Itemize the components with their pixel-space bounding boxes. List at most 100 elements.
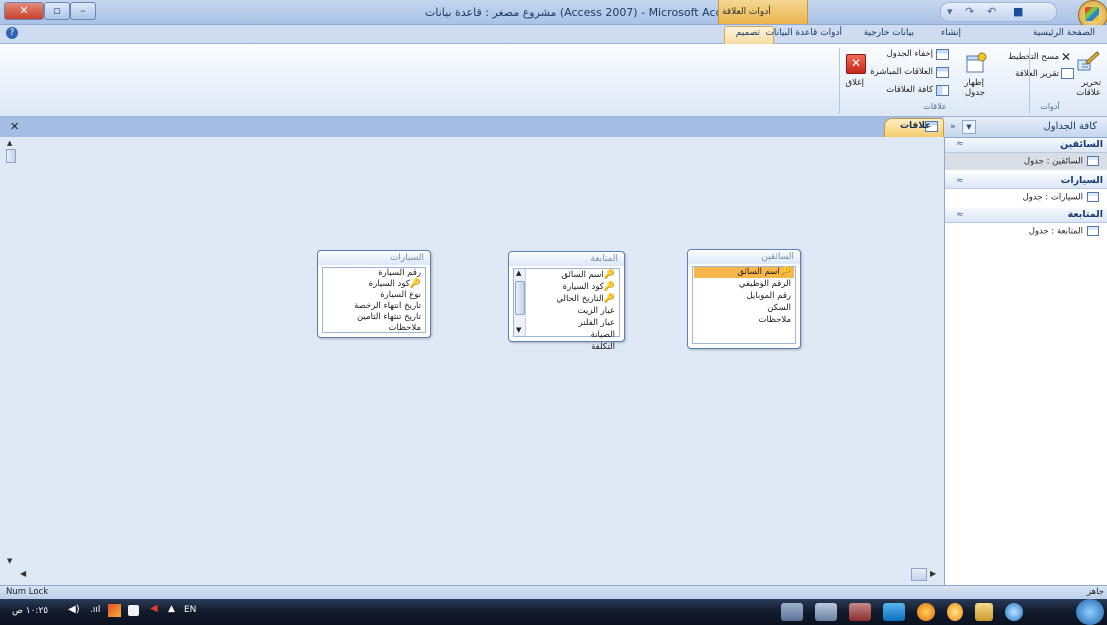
collapse-group-icon[interactable]: ≈	[956, 139, 964, 149]
table-drivers-field-list: 🔑اسم السائق الرقم الوظيفي رقم الموبايل ا…	[692, 266, 796, 344]
tab-design[interactable]: تصميم	[736, 28, 760, 38]
horizontal-scrollbar[interactable]: ◀ ▶	[18, 568, 942, 582]
nav-group-label[interactable]: السيارات	[1061, 175, 1103, 186]
direct-relationships-button[interactable]: العلاقات المباشرة	[870, 67, 933, 77]
scroll-left-icon[interactable]: ◀	[20, 569, 26, 578]
field-list-scroll-thumb[interactable]	[515, 281, 525, 315]
collapse-group-icon[interactable]: ≈	[956, 210, 964, 220]
save-icon[interactable]: ■	[1013, 5, 1023, 18]
nav-item-drivers-table[interactable]: السائقين : جدول	[1024, 156, 1099, 167]
start-button[interactable]	[1076, 599, 1104, 625]
taskbar-app-calculator-icon[interactable]	[815, 603, 837, 621]
horizontal-scroll-thumb[interactable]	[911, 568, 927, 581]
scroll-up-icon[interactable]: ▲	[7, 139, 12, 147]
relationship-report-icon[interactable]	[1061, 68, 1074, 79]
field-row[interactable]: التكلفة	[591, 342, 615, 352]
vertical-scrollbar[interactable]: ▲ ▼	[4, 137, 18, 582]
table-drivers-title[interactable]: السائقين	[688, 250, 800, 264]
edit-relationships-icon[interactable]	[1076, 50, 1100, 74]
taskbar-app-firefox-icon[interactable]	[917, 603, 935, 621]
field-row[interactable]: تاريخ انتهاء الرخصة	[354, 301, 421, 311]
taskbar-clock[interactable]: ١٠:٢٥ ص	[12, 606, 48, 616]
shutter-bar-icon[interactable]: »	[950, 122, 956, 132]
scroll-down-icon[interactable]: ▼	[516, 326, 521, 334]
table-drivers[interactable]: السائقين 🔑اسم السائق الرقم الوظيفي رقم ا…	[687, 249, 801, 349]
clear-layout-icon[interactable]: ✕	[1061, 50, 1071, 64]
edit-relationships-label-1[interactable]: تحرير	[1081, 78, 1101, 88]
field-row[interactable]: السكن	[767, 303, 791, 313]
nav-item-tracking-table[interactable]: المتابعة : جدول	[1029, 226, 1099, 237]
collapse-group-icon[interactable]: ≈	[956, 176, 964, 186]
field-row[interactable]: عيار الفلتر	[579, 318, 615, 328]
maximize-window-button[interactable]: ▫	[44, 2, 70, 20]
field-row[interactable]: تاريخ تنتهاء التامين	[357, 312, 421, 322]
nav-menu-dropdown-icon[interactable]: ▼	[962, 120, 976, 134]
field-row[interactable]: رقم الموبايل	[746, 291, 791, 301]
field-row[interactable]: رقم السيارة	[378, 268, 421, 278]
field-row[interactable]: ملاحظات	[759, 315, 791, 325]
help-icon[interactable]: ?	[6, 27, 18, 39]
field-row[interactable]: 🔑التاريخ الحالي	[556, 294, 615, 304]
relationships-canvas[interactable]	[0, 137, 943, 585]
notification-icon[interactable]	[128, 605, 139, 616]
tab-create[interactable]: إنشاء	[941, 28, 961, 38]
flag-icon[interactable]	[108, 604, 121, 617]
customize-qat-icon[interactable]: ▾	[947, 5, 953, 18]
field-row[interactable]: ملاحظات	[389, 323, 421, 333]
hide-table-button[interactable]: إخفاء الجدول	[887, 49, 933, 59]
nav-group-label[interactable]: السائقين	[1060, 139, 1103, 150]
volume-icon[interactable]: ◀)	[68, 604, 80, 615]
close-relationships-icon[interactable]: ✕	[846, 54, 866, 74]
field-row[interactable]: 🔑كود السيارة	[563, 282, 615, 292]
field-row[interactable]: 🔑اسم السائق	[561, 270, 615, 280]
minimize-window-button[interactable]: –	[70, 2, 96, 20]
clear-layout-button[interactable]: مسح التخطيط	[1008, 52, 1059, 62]
taskbar-app-explorer-icon[interactable]	[975, 603, 993, 621]
speaker-muted-icon[interactable]: ◀	[150, 603, 158, 614]
nav-group-label[interactable]: المتابعة	[1068, 209, 1103, 220]
hide-table-icon[interactable]	[936, 49, 949, 60]
language-indicator[interactable]: EN	[184, 605, 196, 615]
field-row[interactable]: الرقم الوظيفي	[739, 279, 791, 289]
show-table-label-2[interactable]: جدول	[965, 88, 985, 98]
redo-icon[interactable]: ↷	[965, 5, 974, 18]
taskbar-app-chrome-icon[interactable]	[947, 603, 963, 621]
field-list-scrollbar[interactable]: ▲ ▼	[514, 269, 526, 336]
tab-home[interactable]: الصفحة الرئيسية	[1033, 28, 1095, 38]
direct-relationships-icon[interactable]	[936, 67, 949, 78]
taskbar-app-access-icon[interactable]	[849, 603, 871, 621]
undo-icon[interactable]: ↶	[987, 5, 996, 18]
show-table-icon[interactable]	[965, 52, 987, 74]
field-row[interactable]: 🔑اسم السائق	[737, 267, 791, 277]
relationship-report-button[interactable]: تقرير العلاقة	[1015, 69, 1059, 79]
show-hidden-icons-icon[interactable]: ▲	[168, 604, 175, 614]
field-row[interactable]: نوع السيارة	[380, 290, 421, 300]
scroll-down-icon[interactable]: ▼	[7, 557, 12, 565]
scroll-up-icon[interactable]: ▲	[516, 269, 521, 277]
signal-icon[interactable]: .ııl	[90, 605, 100, 615]
edit-relationships-label-2[interactable]: علاقات	[1076, 88, 1101, 98]
nav-pane-title[interactable]: كافة الجداول	[1043, 121, 1097, 132]
table-cars[interactable]: السيارات رقم السيارة 🔑كود السيارة نوع ال…	[317, 250, 431, 338]
all-relationships-button[interactable]: كافة العلاقات	[886, 85, 933, 95]
close-relationships-button[interactable]: إغلاق	[846, 78, 864, 88]
scroll-right-icon[interactable]: ▶	[930, 569, 936, 578]
close-document-icon[interactable]: ✕	[10, 120, 19, 133]
close-window-button[interactable]: ✕	[4, 2, 44, 20]
taskbar-app-network-icon[interactable]	[781, 603, 803, 621]
all-relationships-icon[interactable]	[936, 85, 949, 96]
field-name: اسم السائق	[561, 270, 604, 280]
taskbar-app-ie-icon[interactable]	[1005, 603, 1023, 621]
table-cars-title[interactable]: السيارات	[318, 251, 430, 265]
show-table-label-1[interactable]: إظهار	[964, 78, 984, 88]
field-row[interactable]: الصيانة	[591, 330, 615, 340]
field-row[interactable]: 🔑كود السيارة	[369, 279, 421, 289]
taskbar-app-skype-icon[interactable]	[883, 603, 905, 621]
vertical-scroll-thumb[interactable]	[6, 149, 16, 163]
tab-database-tools[interactable]: أدوات قاعدة البيانات	[765, 28, 842, 38]
table-tracking[interactable]: المتابعة 🔑اسم السائق 🔑كود السيارة 🔑التار…	[508, 251, 625, 352]
table-tracking-title[interactable]: المتابعة	[509, 252, 624, 266]
field-row[interactable]: عيار الزيت	[578, 306, 615, 316]
tab-external-data[interactable]: بيانات خارجية	[864, 28, 914, 38]
nav-item-cars-table[interactable]: السيارات : جدول	[1023, 192, 1099, 203]
